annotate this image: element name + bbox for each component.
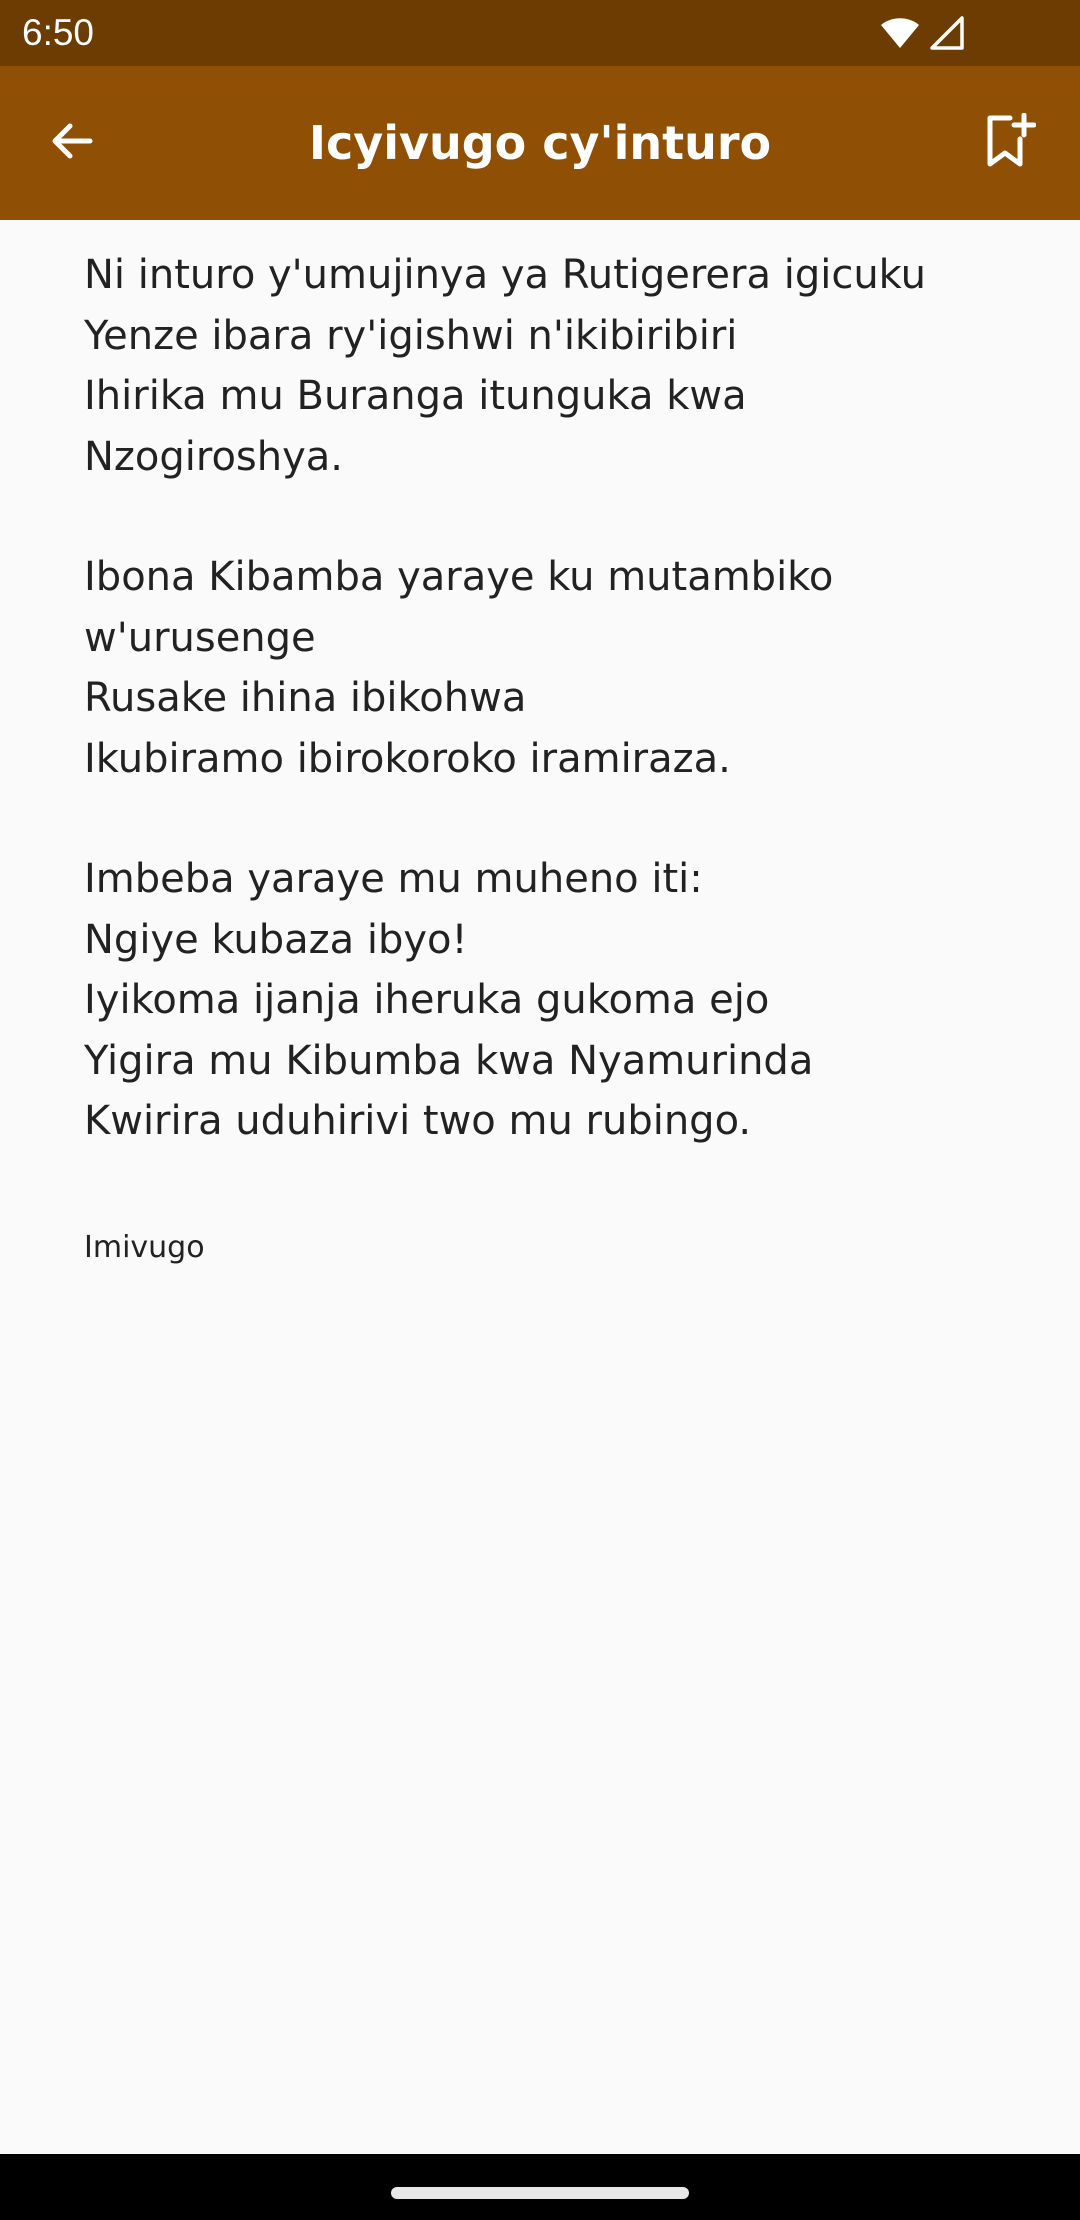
stanza-3: Imbeba yaraye mu muheno iti: Ngiye kubaz… xyxy=(84,849,1044,1152)
poem-line: Rusake ihina ibikohwa xyxy=(84,675,527,721)
arrow-back-icon xyxy=(48,117,96,169)
poem-line: Ibona Kibamba yaraye ku mutambiko xyxy=(84,554,834,600)
poem-line: Iyikoma ijanja iheruka gukoma ejo xyxy=(84,977,770,1023)
poem-line: Kwirira uduhirivi two mu rubingo. xyxy=(84,1098,752,1144)
status-icons xyxy=(880,14,964,52)
status-bar: 6:50 xyxy=(0,0,1080,66)
page-title: Icyivugo cy'inturo xyxy=(308,116,772,170)
home-indicator[interactable] xyxy=(391,2187,689,2199)
poem-line: Ihirika mu Buranga itunguka kwa xyxy=(84,373,747,419)
poem-line: Yigira mu Kibumba kwa Nyamurinda xyxy=(84,1037,814,1084)
add-bookmark-button[interactable] xyxy=(978,111,1042,175)
poem-line: w'urusenge xyxy=(84,614,316,661)
app-bar: Icyivugo cy'inturo xyxy=(0,66,1080,220)
status-time: 6:50 xyxy=(22,12,95,53)
poem-body: Ni inturo y'umujinya ya Rutigerera igicu… xyxy=(84,245,1044,1212)
navigation-bar xyxy=(0,2154,1080,2220)
bookmark-add-icon xyxy=(984,112,1037,173)
stanza-2: Ibona Kibamba yaraye ku mutambiko w'urus… xyxy=(84,547,1044,789)
cellular-signal-icon xyxy=(930,16,964,50)
stanza-1: Ni inturo y'umujinya ya Rutigerera igicu… xyxy=(84,245,1044,487)
category-label[interactable]: Imivugo xyxy=(84,1224,205,1272)
poem-line: Nzogiroshya. xyxy=(84,433,344,480)
poem-line: Imbeba yaraye mu muheno iti: xyxy=(84,856,703,902)
poem-line: Ngiye kubaza ibyo! xyxy=(84,916,468,963)
poem-line: Ikubiramo ibirokoroko iramiraza. xyxy=(84,735,731,782)
wifi-icon xyxy=(880,17,920,49)
poem-line: Ni inturo y'umujinya ya Rutigerera igicu… xyxy=(84,252,926,298)
poem-line: Yenze ibara ry'igishwi n'ikibiribiri xyxy=(84,312,738,359)
back-button[interactable] xyxy=(40,111,104,175)
